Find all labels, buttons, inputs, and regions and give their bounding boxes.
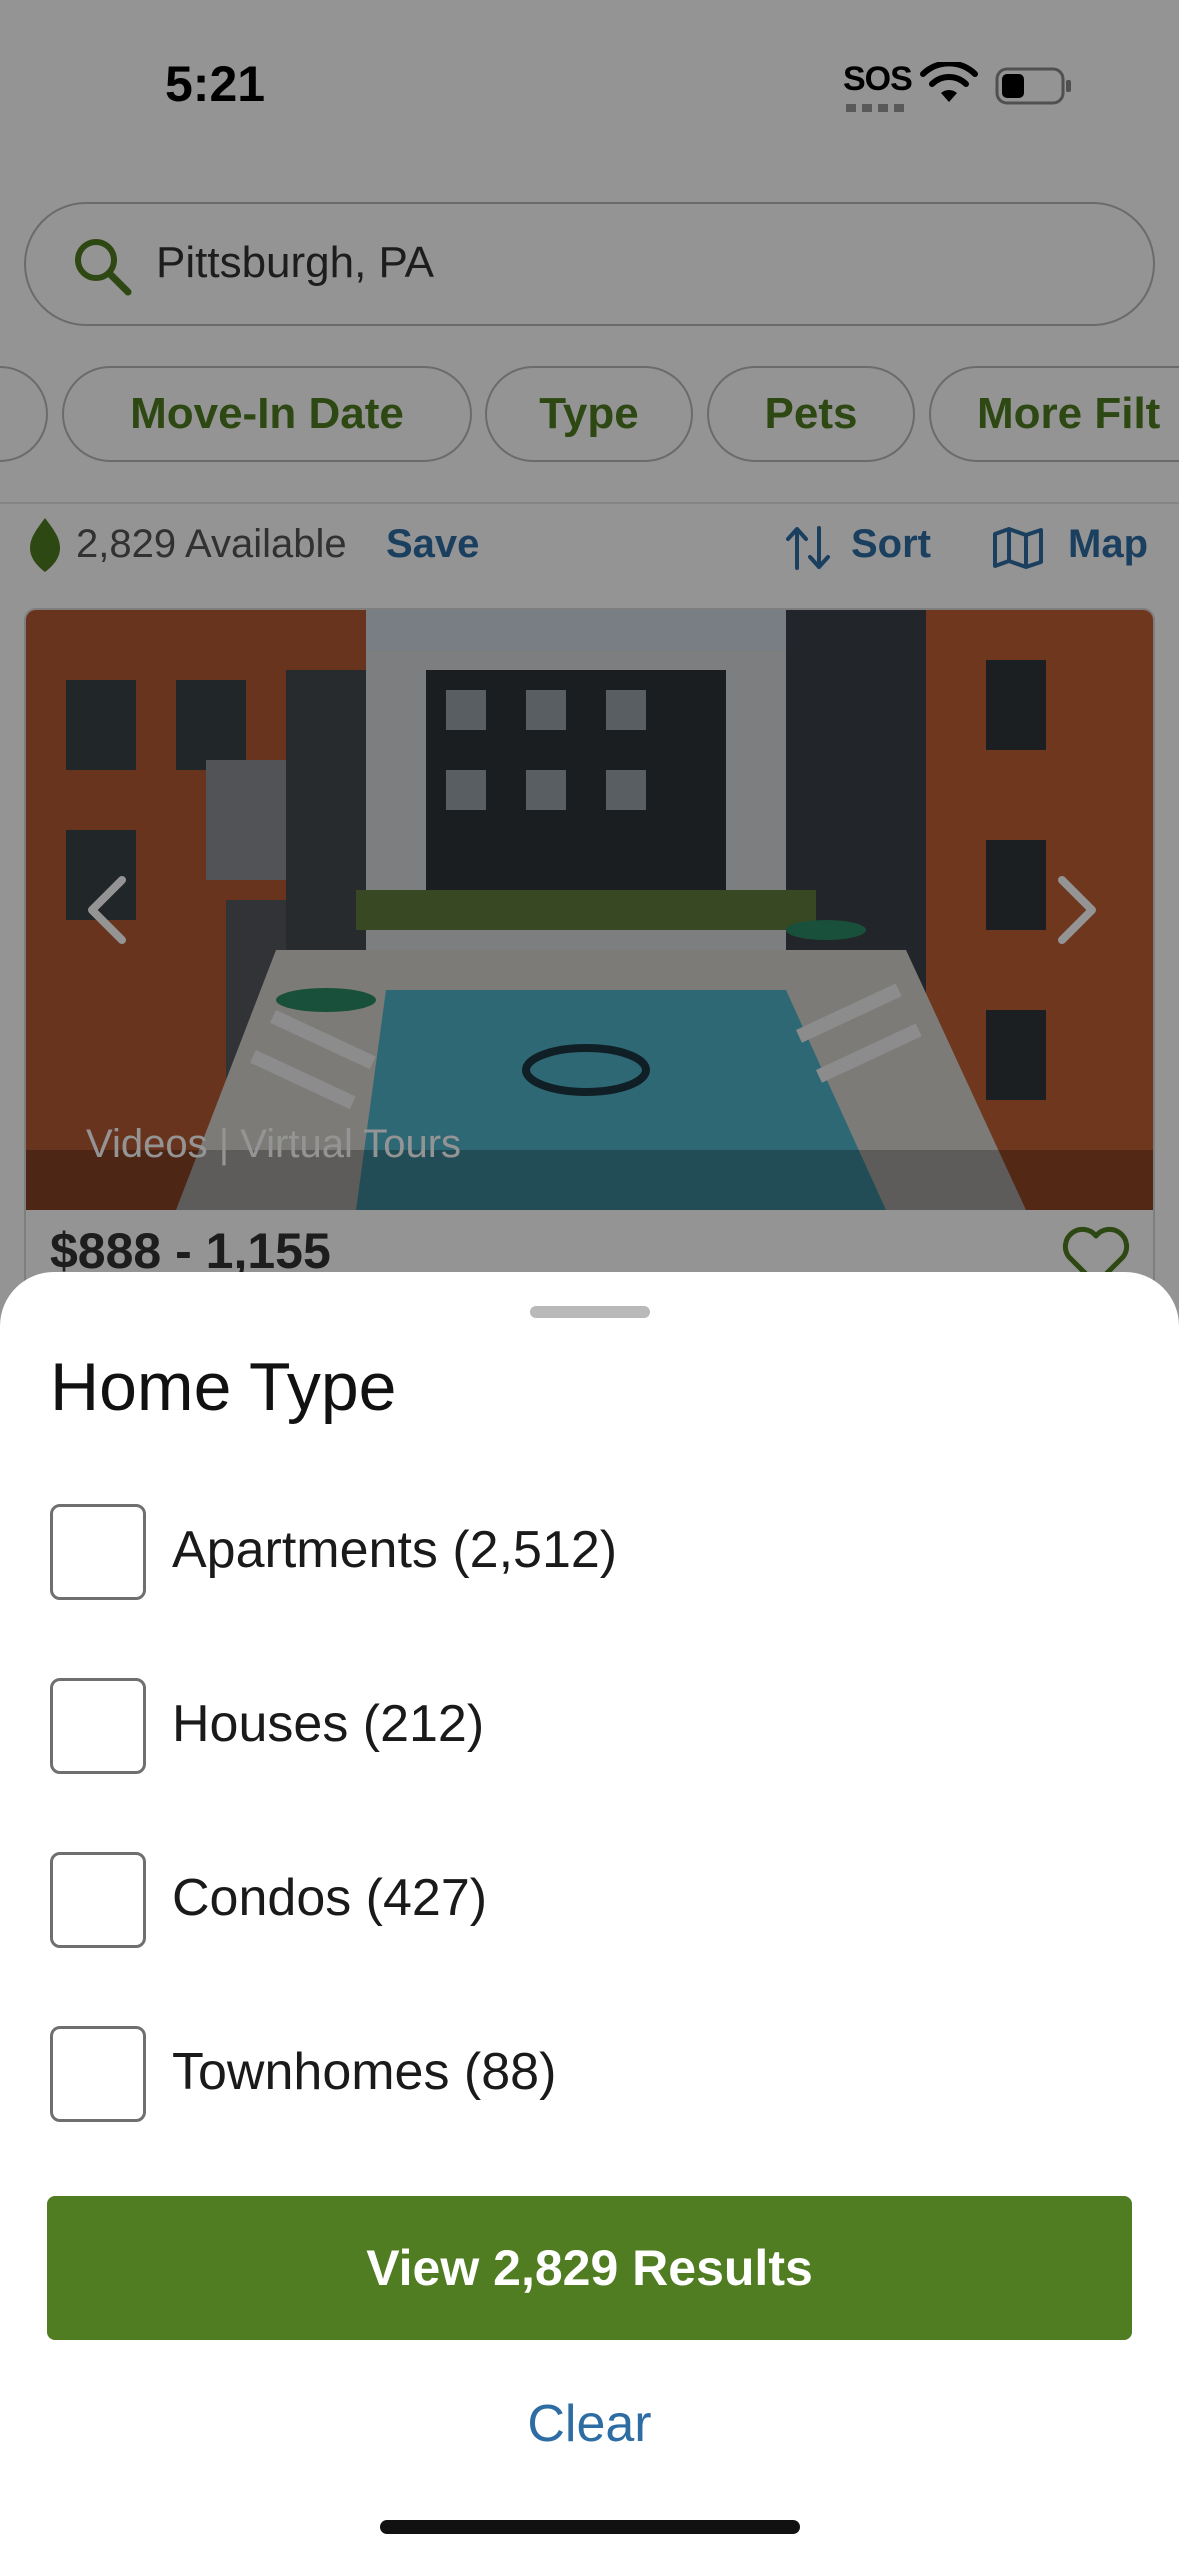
- screen: 5:21 SOS Pittsburgh, PA Move-In Date Typ…: [0, 0, 1179, 2556]
- checkbox-apartments[interactable]: [50, 1504, 146, 1600]
- option-condos[interactable]: Condos (427): [50, 1850, 1130, 1950]
- home-indicator: [380, 2520, 800, 2534]
- option-houses[interactable]: Houses (212): [50, 1676, 1130, 1776]
- clear-button[interactable]: Clear: [0, 2394, 1179, 2454]
- sheet-title: Home Type: [50, 1349, 397, 1425]
- option-label: Houses (212): [172, 1695, 485, 1753]
- option-apartments[interactable]: Apartments (2,512): [50, 1502, 1130, 1602]
- home-type-sheet: Home Type Apartments (2,512) Houses (212…: [0, 1272, 1179, 2556]
- option-label: Townhomes (88): [172, 2043, 557, 2101]
- sheet-grabber[interactable]: [530, 1306, 650, 1318]
- checkbox-townhomes[interactable]: [50, 2026, 146, 2122]
- option-label: Condos (427): [172, 1869, 488, 1927]
- checkbox-houses[interactable]: [50, 1678, 146, 1774]
- checkbox-condos[interactable]: [50, 1852, 146, 1948]
- view-results-button[interactable]: View 2,829 Results: [47, 2196, 1132, 2340]
- option-townhomes[interactable]: Townhomes (88): [50, 2024, 1130, 2124]
- option-label: Apartments (2,512): [172, 1521, 618, 1579]
